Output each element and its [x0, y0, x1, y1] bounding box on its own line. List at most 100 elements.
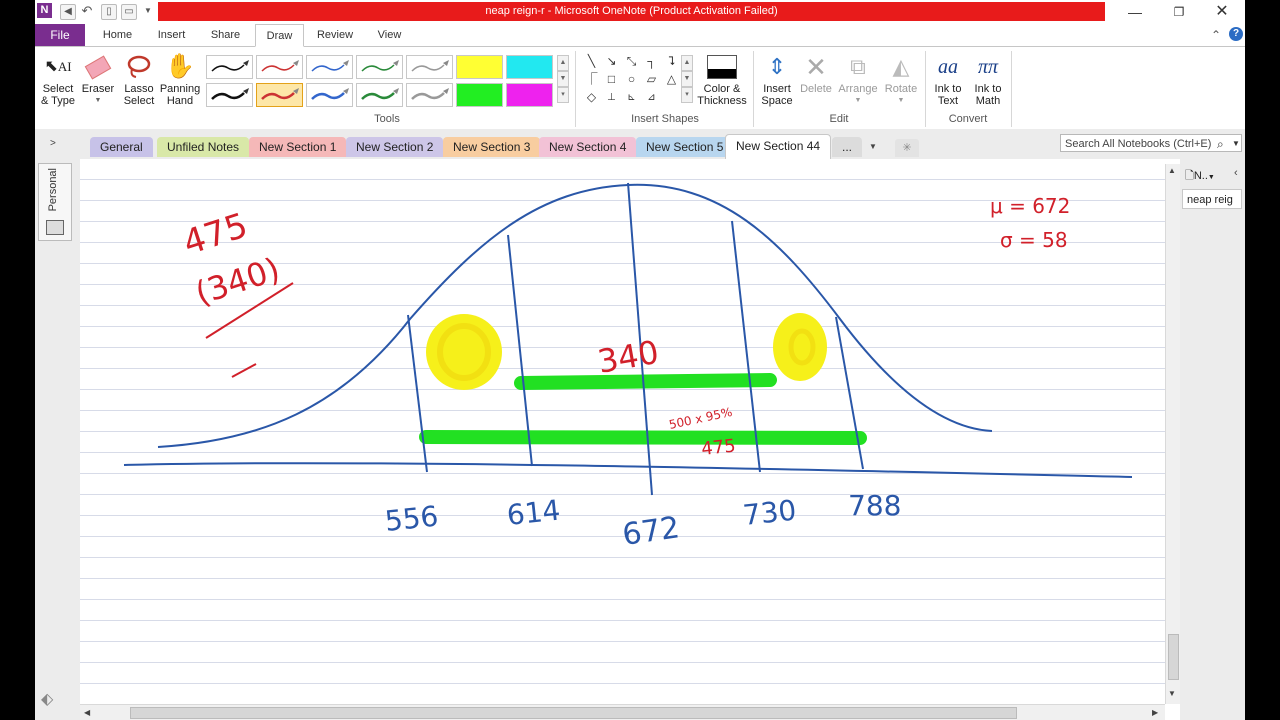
close-icon[interactable]: ✕ [1208, 2, 1236, 22]
pen-green-thick[interactable] [356, 83, 403, 107]
expand-navigation-icon[interactable]: > [50, 138, 56, 149]
section-tab-unfiled-notes[interactable]: Unfiled Notes [157, 137, 250, 157]
highlighter-yellow-thin[interactable] [456, 55, 503, 79]
highlighter-cyan[interactable] [506, 55, 553, 79]
search-icon[interactable]: ⌕ [1217, 137, 1224, 152]
shapes-more-icon[interactable]: ▾ [681, 87, 693, 103]
scroll-right-icon[interactable]: ▶ [1152, 708, 1158, 717]
customize-qat-icon[interactable]: ▼ [141, 4, 155, 18]
collapse-pane-icon[interactable]: ‹ [1234, 167, 1238, 179]
search-input[interactable]: Search All Notebooks (Ctrl+E) [1060, 134, 1242, 152]
pen-red-thin[interactable] [256, 55, 303, 79]
ink-text-500-95: 500 x 95% [668, 405, 734, 432]
tab-home[interactable]: Home [95, 24, 140, 46]
section-tab-more[interactable]: ... [832, 137, 863, 157]
pen-blue-thick[interactable] [306, 83, 353, 107]
rectangle-shape-icon[interactable]: □ [603, 71, 620, 88]
pen-gray-thin[interactable] [406, 55, 453, 79]
elbow-arrow-shape-icon[interactable]: ⮧ [663, 53, 680, 70]
tools-group-label: Tools [374, 113, 400, 125]
ink-text-475-lower: 475 [700, 435, 736, 459]
parallelogram-shape-icon[interactable]: ▱ [643, 71, 660, 88]
tab-review[interactable]: Review [311, 24, 359, 46]
ink-to-math-button[interactable]: ππ Ink to Math [968, 51, 1008, 107]
chevron-down-icon[interactable]: ▼ [869, 142, 877, 151]
pen-red-thick-selected[interactable] [256, 83, 303, 107]
delete-label: Delete [800, 83, 832, 95]
collapse-ribbon-icon[interactable]: ⌃ [1211, 28, 1221, 42]
vertical-scrollbar[interactable]: ▲ ▼ [1165, 164, 1180, 704]
pen-black-thin[interactable] [206, 55, 253, 79]
section-tab-new-section-2[interactable]: New Section 2 [346, 137, 444, 157]
eraser-button[interactable]: Eraser ▼ [78, 51, 118, 107]
section-tab-new-section-1[interactable]: New Section 1 [249, 137, 347, 157]
diamond-shape-icon[interactable]: ◇ [583, 89, 600, 106]
axis-shape-icon[interactable]: ⊥ [603, 89, 620, 106]
bracket-shape-icon[interactable]: ⎾ [583, 71, 600, 88]
scroll-up-icon[interactable]: ▲ [1168, 166, 1176, 175]
lasso-select-label: Lasso Select [123, 83, 155, 107]
help-icon[interactable]: ? [1229, 27, 1243, 41]
create-section-icon[interactable]: ✳ [895, 139, 919, 157]
tab-insert[interactable]: Insert [149, 24, 194, 46]
horizontal-scrollbar[interactable]: ◀ ▶ [80, 704, 1165, 720]
shapes-down-icon[interactable]: ▼ [681, 71, 693, 87]
page-canvas[interactable]: 475 (340) 340 500 x 95% 475 μ = 672 σ = … [80, 159, 1165, 703]
select-type-button[interactable]: ⬉ AI Select & Type [38, 51, 78, 108]
pen-gallery-more-icon[interactable]: ▾ [557, 87, 569, 103]
pen-gallery-down-icon[interactable]: ▼ [557, 71, 569, 87]
horizontal-scroll-thumb[interactable] [130, 707, 1017, 719]
minimize-icon[interactable]: — [1121, 2, 1149, 22]
chevron-down-icon[interactable]: ▼ [1232, 139, 1240, 148]
full-page-view-icon[interactable]: ▭ [121, 4, 137, 20]
color-thickness-button[interactable]: Color & Thickness [697, 51, 747, 107]
insert-shapes-group-label: Insert Shapes [631, 113, 699, 125]
scroll-down-icon[interactable]: ▼ [1168, 689, 1176, 698]
page-tabs-pane: 🗋N..▼ ‹ neap reig [1180, 159, 1245, 720]
notebook-tray-icon[interactable]: ⬖ [41, 689, 53, 709]
pen-gray-thick[interactable] [406, 83, 453, 107]
double-arrow-shape-icon[interactable]: ⤡ [623, 53, 640, 70]
arrow-shape-icon[interactable]: ↘ [603, 53, 620, 70]
elbow-shape-icon[interactable]: ┐ [643, 53, 660, 70]
panning-hand-button[interactable]: ✋ Panning Hand [159, 51, 201, 108]
scroll-left-icon[interactable]: ◀ [84, 708, 90, 717]
axis-3d-shape-icon[interactable]: ⊾ [623, 89, 640, 106]
triangle-shape-icon[interactable]: △ [663, 71, 680, 88]
ink-text-340: 340 [595, 333, 662, 381]
pen-black-thick[interactable] [206, 83, 253, 107]
highlighter-green[interactable] [456, 83, 503, 107]
add-page-button[interactable]: 🗋N..▼ [1185, 167, 1215, 186]
lasso-select-button[interactable]: Lasso Select [118, 51, 160, 107]
tab-draw[interactable]: Draw [255, 24, 304, 47]
highlighter-magenta[interactable] [506, 83, 553, 107]
graph-shape-icon[interactable]: ⊿ [643, 89, 660, 106]
delete-icon: ✕ [805, 52, 827, 82]
section-tab-new-section-3[interactable]: New Section 3 [443, 137, 541, 157]
insert-space-button[interactable]: ⇕ Insert Space [757, 51, 797, 108]
tab-file[interactable]: File [35, 24, 85, 46]
pen-blue-thin[interactable] [306, 55, 353, 79]
delete-button[interactable]: ✕ Delete [797, 51, 835, 95]
back-icon[interactable]: ◀ [60, 4, 76, 20]
tab-view[interactable]: View [367, 24, 412, 46]
rotate-button[interactable]: ◭ Rotate ▼ [881, 51, 921, 107]
notebook-personal[interactable]: Personal [38, 163, 72, 241]
section-tab-new-section-44[interactable]: New Section 44 [725, 134, 832, 160]
restore-icon[interactable]: ❐ [1165, 2, 1193, 22]
vertical-scroll-thumb[interactable] [1168, 634, 1179, 680]
tab-share[interactable]: Share [203, 24, 248, 46]
ink-to-text-button[interactable]: aa Ink to Text [928, 51, 968, 107]
section-tab-new-section-4[interactable]: New Section 4 [539, 137, 637, 157]
line-shape-icon[interactable]: ╲ [583, 53, 600, 70]
circle-shape-icon[interactable]: ○ [623, 71, 640, 88]
pen-gallery-up-icon[interactable]: ▲ [557, 55, 569, 71]
arrange-button[interactable]: ⧉ Arrange ▼ [835, 51, 881, 107]
undo-icon[interactable]: ↶ [80, 4, 94, 18]
dock-to-desktop-icon[interactable]: ▯ [101, 4, 117, 20]
section-tab-new-section-5[interactable]: New Section 5 [636, 137, 734, 157]
section-tab-general[interactable]: General [90, 137, 153, 157]
pen-green-thin[interactable] [356, 55, 403, 79]
shapes-up-icon[interactable]: ▲ [681, 55, 693, 71]
page-tab-item[interactable]: neap reig [1182, 189, 1242, 209]
